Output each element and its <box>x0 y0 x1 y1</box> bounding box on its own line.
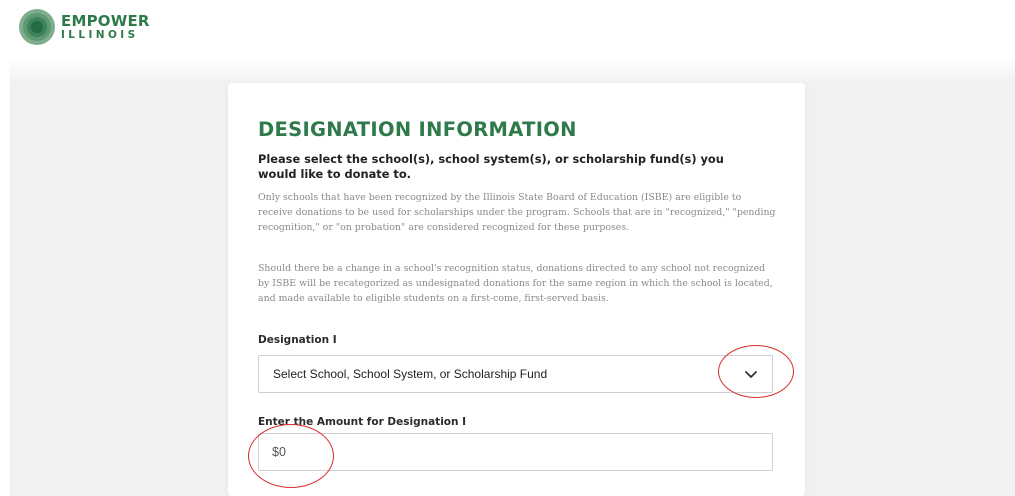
logo-text: EMPOWER ILLINOIS <box>61 11 150 41</box>
designation-select-value: Select School, School System, or Scholar… <box>273 367 548 381</box>
section-title: DESIGNATION INFORMATION <box>258 118 577 141</box>
designation-prompt: Please select the school(s), school syst… <box>258 152 724 181</box>
designation-label: Designation I <box>258 334 337 346</box>
site-header: EMPOWER ILLINOIS <box>0 0 1015 58</box>
empower-illinois-logo-icon <box>19 9 55 45</box>
amount-input[interactable]: $0 <box>258 433 773 471</box>
designation-select[interactable]: Select School, School System, or Scholar… <box>258 355 773 393</box>
dropdown-highlight-circle <box>718 345 794 398</box>
amount-highlight-circle <box>248 424 334 488</box>
empower-illinois-logo[interactable]: EMPOWER ILLINOIS <box>18 8 150 46</box>
logo-line-illinois: ILLINOIS <box>61 28 139 41</box>
status-change-paragraph: Should there be a change in a school's r… <box>258 263 773 304</box>
recognition-paragraph: Only schools that have been recognized b… <box>258 192 776 233</box>
logo-line-empower: EMPOWER <box>61 11 150 30</box>
